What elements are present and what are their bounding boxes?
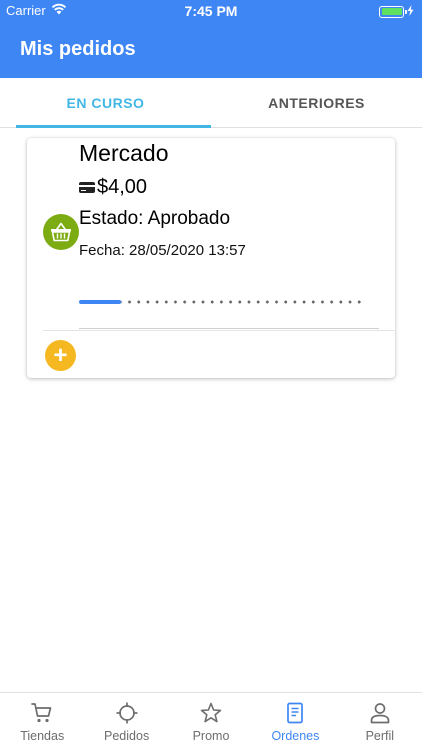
status-bar: Carrier 7:45 PM <box>0 0 422 22</box>
price-row: $4,00 <box>79 176 147 199</box>
store-name: Mercado <box>79 140 169 166</box>
tab-bar: EN CURSO ANTERIORES <box>0 78 422 128</box>
order-card[interactable]: Mercado $4,00 Estado: Aprobado Fecha: 28… <box>27 138 395 378</box>
nav-label: Perfil <box>365 729 395 743</box>
tab-en-curso[interactable]: EN CURSO <box>0 78 211 128</box>
nav-label: Pedidos <box>104 729 150 743</box>
tab-label: EN CURSO <box>66 95 145 111</box>
nav-item-promo[interactable]: Promo <box>169 693 253 750</box>
nav-label: Tiendas <box>20 729 65 743</box>
page-title: Mis pedidos <box>20 38 136 60</box>
nav-label: Promo <box>192 729 230 743</box>
order-price: $4,00 <box>97 176 148 198</box>
nav-item-tiendas[interactable]: Tiendas <box>0 693 84 750</box>
tab-label: ANTERIORES <box>268 95 365 111</box>
charging-bolt-icon <box>407 4 414 19</box>
order-progress-bar <box>79 300 361 305</box>
nav-label: Ordenes <box>271 729 320 743</box>
status-time: 7:45 PM <box>184 3 238 19</box>
progress-track <box>79 300 361 304</box>
divider <box>43 330 395 331</box>
nav-item-pedidos[interactable]: Pedidos <box>84 693 168 750</box>
cart-icon <box>31 703 52 723</box>
app-bar: Mis pedidos <box>0 22 422 78</box>
star-icon <box>200 702 222 723</box>
battery-icon <box>379 5 407 18</box>
order-date: Fecha: 28/05/2020 13:57 <box>79 242 246 259</box>
nav-item-ordenes[interactable]: Ordenes <box>253 693 337 750</box>
progress-fill <box>79 300 122 304</box>
order-status: Estado: Aprobado <box>79 208 231 229</box>
credit-card-icon <box>79 182 95 193</box>
add-button[interactable]: + <box>45 340 76 371</box>
nav-item-perfil[interactable]: Perfil <box>338 693 422 750</box>
person-icon <box>370 703 390 724</box>
receipt-icon <box>287 702 304 724</box>
crosshair-icon <box>116 702 138 724</box>
bottom-nav: Tiendas Pedidos Promo Ordenes Perfil <box>0 692 422 750</box>
plus-icon: + <box>53 341 68 369</box>
status-right <box>379 4 414 19</box>
divider <box>79 328 379 329</box>
basket-icon <box>43 214 79 250</box>
tab-indicator <box>16 125 211 128</box>
tab-anteriores[interactable]: ANTERIORES <box>211 78 422 126</box>
